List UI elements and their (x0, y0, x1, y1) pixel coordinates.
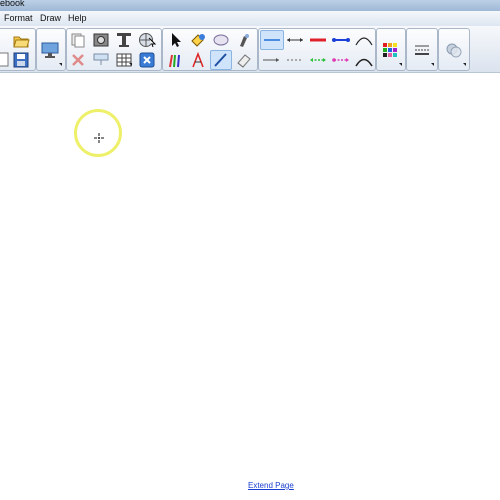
copy-page-icon[interactable] (68, 31, 88, 49)
menu-bar: Format Draw Help (0, 11, 500, 27)
open-icon[interactable] (11, 31, 31, 49)
line-styles-group (258, 28, 376, 71)
display-group (36, 28, 66, 71)
line-style-dashed-icon[interactable] (284, 51, 306, 69)
eraser-icon[interactable] (234, 51, 254, 69)
pens-icon[interactable] (165, 51, 185, 69)
line-style-green-dashed-icon[interactable] (307, 51, 329, 69)
line-style-pink-dashed-icon[interactable] (330, 51, 352, 69)
new-page-icon[interactable] (0, 51, 11, 69)
color-group (376, 28, 406, 71)
save-icon[interactable] (11, 51, 31, 69)
screen-display-icon[interactable] (40, 41, 60, 59)
eraser-shape-icon[interactable] (211, 31, 231, 49)
magic-pen-icon[interactable] (234, 31, 254, 49)
line-tool-icon[interactable] (210, 50, 232, 70)
color-dropdown-icon[interactable] (399, 63, 402, 66)
line-style-arrows-icon[interactable] (284, 31, 306, 49)
line-style-arrow-right-icon[interactable] (260, 51, 282, 69)
creative-pen-icon[interactable] (188, 51, 208, 69)
transparency-group (438, 28, 470, 71)
shape-fill-icon[interactable] (188, 31, 208, 49)
title-bar: ebook (0, 0, 500, 11)
display-dropdown-icon[interactable] (59, 63, 62, 66)
line-style-red-thick-icon[interactable] (307, 31, 329, 49)
line-style-solid-thin-icon[interactable] (260, 30, 284, 50)
screen-shade-icon[interactable] (91, 51, 111, 69)
line-style-blue-dots-icon[interactable] (330, 31, 352, 49)
web-browser-icon[interactable] (137, 31, 157, 49)
table-dropdown-icon[interactable] (129, 63, 132, 66)
transparency-dropdown-icon[interactable] (463, 63, 466, 66)
crosshair-cursor-icon (94, 130, 104, 143)
menu-draw[interactable]: Draw (40, 13, 61, 23)
menu-format[interactable]: Format (4, 13, 33, 23)
line-properties-dropdown-icon[interactable] (431, 63, 434, 66)
line-style-arc-2-icon[interactable] (353, 51, 375, 69)
window-title: ebook (0, 0, 25, 8)
screen-capture-icon[interactable] (91, 31, 111, 49)
page-tools-group (66, 28, 162, 71)
toolbar (0, 26, 500, 73)
extend-page-link[interactable]: Extend Page (248, 481, 294, 490)
color-palette-icon[interactable] (380, 41, 400, 59)
table-icon[interactable] (114, 51, 134, 69)
drawing-tools-group (162, 28, 258, 71)
line-properties-icon[interactable] (412, 41, 432, 59)
close-icon[interactable] (137, 51, 157, 69)
line-properties-group (406, 28, 438, 71)
menu-help[interactable]: Help (68, 13, 87, 23)
text-tool-icon[interactable] (114, 31, 134, 49)
line-style-arc-icon[interactable] (353, 31, 375, 49)
delete-icon[interactable] (68, 51, 88, 69)
select-arrow-icon[interactable] (165, 31, 185, 49)
file-group (0, 28, 36, 71)
transparency-icon[interactable] (444, 41, 464, 59)
